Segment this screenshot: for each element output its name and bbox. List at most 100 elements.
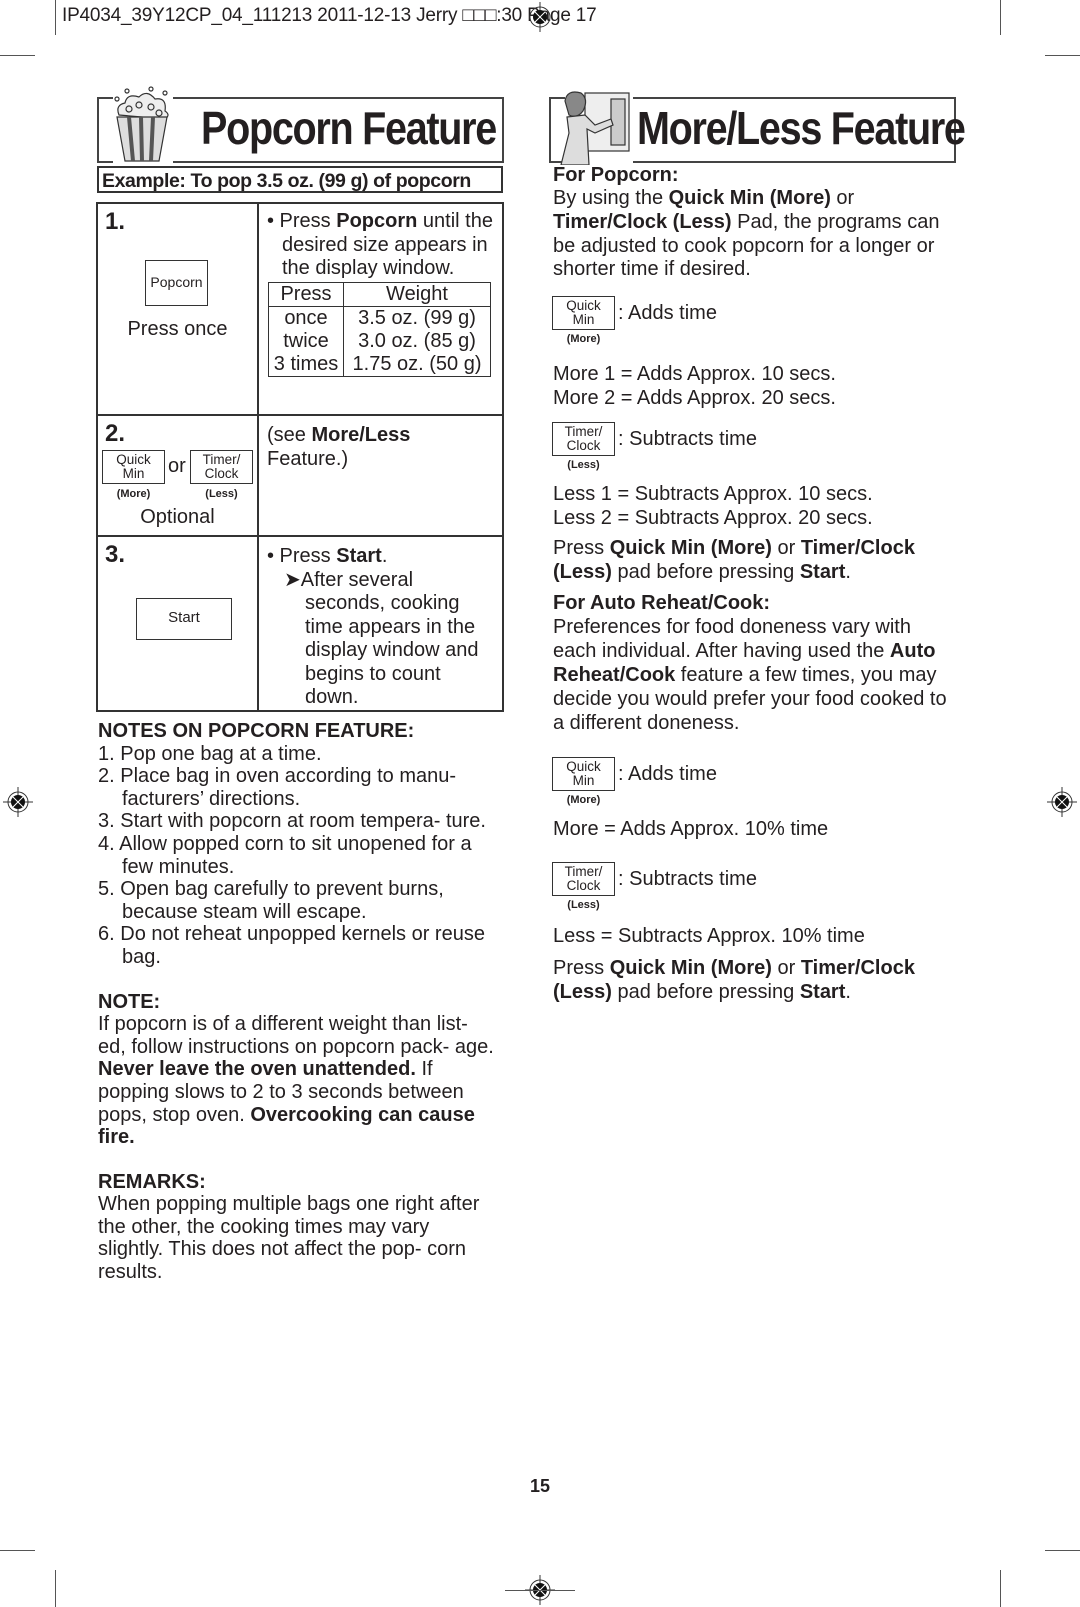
less-lines: Less 1 = Subtracts Approx. 10 secs. Less…	[553, 482, 958, 530]
step-3-left: 3. Start	[96, 535, 259, 712]
more-line: More 2 = Adds Approx. 20 secs.	[553, 387, 836, 409]
quick-min-pad-button[interactable]: Quick Min	[552, 296, 615, 330]
step-2-left: 2. Quick Min or Timer/ Clock (More) (Les…	[96, 414, 259, 537]
more-label: (More)	[566, 333, 601, 345]
popcorn-steps-table: 1. Popcorn Press once • Press Popcorn un…	[96, 202, 504, 712]
or-label: or	[168, 455, 186, 477]
step-number: 2.	[105, 420, 126, 447]
more-pad-row: Quick Min (More) : Adds time	[552, 296, 852, 346]
step-result: ➤After several seconds, cooking time app…	[284, 568, 479, 709]
for-reheat-heading: For Auto Reheat/Cook:	[553, 592, 771, 614]
reheat-more-line: More = Adds Approx. 10% time	[553, 818, 829, 840]
crop-mark	[1045, 55, 1080, 56]
note-item: 3. Start with popcorn at room tempera- t…	[98, 810, 486, 833]
timer-clock-pad-button[interactable]: Timer/Clock	[552, 862, 615, 896]
step-caption: Press once	[127, 318, 228, 340]
subtracts-time-label: : Subtracts time	[618, 868, 757, 890]
less-label: (Less)	[567, 459, 600, 471]
step-row: 2. Quick Min or Timer/ Clock (More) (Les…	[96, 414, 504, 537]
popcorn-feature-header: Popcorn Feature	[97, 86, 504, 163]
crop-mark	[55, 0, 56, 35]
reheat-intro: Preferences for food doneness vary with …	[553, 616, 947, 734]
page-number: 15	[529, 1476, 551, 1496]
reheat-more-pad-row: Quick Min (More) : Adds time	[552, 757, 852, 807]
press-note: Press Quick Min (More) or Timer/Clock (L…	[553, 537, 915, 583]
less-label: (Less)	[567, 899, 600, 911]
less-pad-row: Timer/Clock (Less) : Subtracts time	[552, 422, 852, 472]
press-note: Press Quick Min (More) or Timer/Clock (L…	[553, 957, 915, 1003]
popcorn-pad-button[interactable]: Popcorn	[145, 260, 208, 306]
weight-cell: 3.5 oz. (99 g)	[343, 306, 491, 330]
popcorn-intro: By using the Quick Min (More) or Timer/C…	[553, 187, 940, 281]
timer-clock-pad-button[interactable]: Timer/ Clock	[190, 450, 253, 484]
note-item: 2. Place bag in oven according to manu- …	[98, 765, 457, 810]
note-item: 6. Do not reheat unpopped kernels or reu…	[98, 923, 485, 968]
note-item: 4. Allow popped corn to sit unopened for…	[98, 832, 472, 878]
more-lines: More 1 = Adds Approx. 10 secs. More 2 = …	[553, 362, 958, 410]
start-pad-button[interactable]: Start	[136, 598, 232, 640]
popcorn-adjust-section: For Popcorn: By using the Quick Min (Mor…	[553, 164, 958, 282]
press-cell: twice	[268, 329, 344, 353]
moreless-feature-header: More/Less Feature	[549, 91, 966, 165]
press-cell: 3 times	[268, 352, 344, 377]
column-header: Weight	[343, 281, 491, 307]
weight-table-row: twice 3.0 oz. (85 g)	[268, 329, 491, 353]
step-number: 1.	[105, 208, 126, 235]
timer-clock-pad-button[interactable]: Timer/Clock	[552, 422, 615, 456]
note-heading: NOTE:	[98, 990, 161, 1013]
step-instruction: • Press Popcorn until the desired size a…	[267, 210, 493, 279]
step-row: 1. Popcorn Press once • Press Popcorn un…	[96, 202, 504, 416]
quick-min-pad-button[interactable]: Quick Min	[102, 450, 165, 484]
registration-mark-icon	[3, 787, 33, 817]
less-line: Less 1 = Subtracts Approx. 10 secs.	[553, 483, 873, 505]
subtracts-time-label: : Subtracts time	[618, 428, 757, 450]
note-paragraph: If popcorn is of a different weight than…	[98, 1013, 494, 1149]
popcorn-notes: NOTES ON POPCORN FEATURE: 1. Pop one bag…	[98, 720, 503, 1284]
reheat-less-pad-row: Timer/Clock (Less) : Subtracts time	[552, 862, 852, 912]
print-slug: IP4034_39Y12CP_04_111213 2011-12-13 Jerr…	[62, 5, 597, 26]
note-item: 5. Open bag carefully to prevent burns, …	[98, 878, 444, 923]
crop-mark	[0, 55, 35, 56]
reheat-section: For Auto Reheat/Cook: Preferences for fo…	[553, 591, 958, 735]
less-line: Less 2 = Subtracts Approx. 20 secs.	[553, 507, 873, 529]
more-label: (More)	[116, 488, 151, 500]
section-title: Popcorn Feature	[201, 102, 497, 154]
for-popcorn-heading: For Popcorn:	[553, 164, 679, 186]
weight-table: Press Weight once 3.5 oz. (99 g) twice 3…	[268, 281, 491, 377]
press-cell: once	[268, 306, 344, 330]
crop-mark	[1000, 0, 1001, 35]
remarks-heading: REMARKS:	[98, 1170, 206, 1193]
notes-heading: NOTES ON POPCORN FEATURE:	[98, 720, 415, 742]
weight-table-row: once 3.5 oz. (99 g)	[268, 306, 491, 330]
adds-time-label: : Adds time	[618, 763, 717, 785]
weight-table-header: Press Weight	[268, 281, 491, 307]
reheat-less-line: Less = Subtracts Approx. 10% time	[553, 925, 865, 947]
section-title: More/Less Feature	[637, 102, 966, 154]
more-line: More 1 = Adds Approx. 10 secs.	[553, 363, 836, 385]
arrow-icon: ➤	[284, 568, 301, 591]
step-1-right: • Press Popcorn until the desired size a…	[257, 202, 504, 416]
crop-mark	[1045, 1550, 1080, 1551]
more-label: (More)	[566, 794, 601, 806]
column-header: Press	[268, 281, 344, 307]
crop-mark	[55, 1570, 56, 1607]
quick-min-pad-button[interactable]: Quick Min	[552, 757, 615, 791]
example-banner: Example: To pop 3.5 oz. (99 g) of popcor…	[97, 166, 503, 193]
registration-mark-icon	[529, 2, 551, 32]
note-item: 1. Pop one bag at a time.	[98, 742, 322, 765]
crop-mark	[0, 1550, 35, 1551]
weight-cell: 1.75 oz. (50 g)	[343, 352, 491, 377]
crop-mark	[1000, 1570, 1001, 1607]
woman-at-microwave-icon	[560, 91, 630, 165]
popcorn-bucket-icon	[114, 86, 169, 162]
step-caption: Optional	[140, 506, 215, 528]
step-1-left: 1. Popcorn Press once	[96, 202, 259, 416]
step-row: 3. Start • Press Start. ➤After several s…	[96, 535, 504, 712]
step-instruction: • Press Start.	[267, 545, 388, 567]
remarks-paragraph: When popping multiple bags one right aft…	[98, 1193, 480, 1284]
step-instruction: (see More/Less Feature.)	[267, 424, 411, 470]
adds-time-label: : Adds time	[618, 302, 717, 324]
weight-table-row: 3 times 1.75 oz. (50 g)	[268, 352, 491, 377]
step-2-right: (see More/Less Feature.)	[257, 414, 504, 537]
step-3-right: • Press Start. ➤After several seconds, c…	[257, 535, 504, 712]
